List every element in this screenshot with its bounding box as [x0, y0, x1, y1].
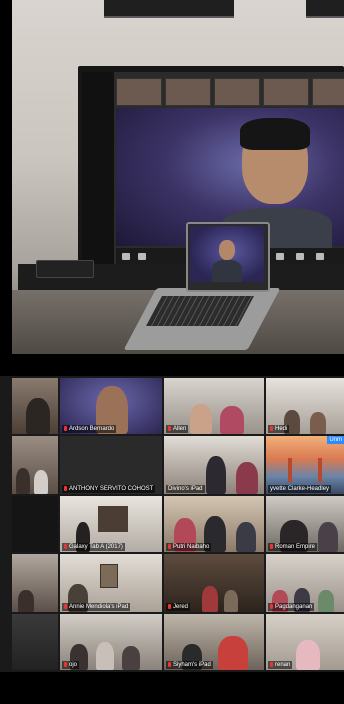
muted-mic-icon [168, 544, 171, 549]
tv-thumbnail [116, 78, 162, 106]
video-tile[interactable] [12, 378, 58, 434]
participant-name: ANTHONY SERVITO COHOST [69, 486, 154, 492]
tv-thumbnail [214, 78, 260, 106]
participant-name: Divino's iPad [166, 485, 205, 493]
wall-picture [100, 564, 118, 588]
video-tile[interactable]: Jered [164, 554, 264, 612]
video-tile[interactable]: Putri Naibaho [164, 496, 264, 552]
bridge-tower [318, 458, 322, 482]
set-top-box [36, 260, 94, 278]
video-tile[interactable]: Galaxy Tab A (2017) [60, 496, 162, 552]
video-tile[interactable]: Pagdanganan [266, 554, 344, 612]
picture-frame [104, 0, 234, 18]
muted-mic-icon [64, 544, 67, 549]
video-tile[interactable]: Unm yvette Clarke-Headley [266, 436, 344, 494]
reactions-icon [316, 253, 324, 260]
video-tile[interactable]: renan [266, 614, 344, 670]
record-icon [296, 253, 304, 260]
video-tile[interactable]: Hedi [266, 378, 344, 434]
video-tile[interactable]: Roman Empire [266, 496, 344, 552]
participant-name: Annie Mendiola's iPad [69, 604, 129, 610]
participant-name: ojo [69, 662, 78, 668]
video-tile-active-speaker[interactable]: Divino's iPad [164, 436, 264, 494]
video-tile[interactable]: ANTHONY SERVITO COHOST [60, 436, 162, 494]
participant-name: Allen [173, 426, 187, 432]
mic-icon [122, 253, 130, 260]
tv-sidebar [82, 72, 114, 268]
video-tile[interactable] [12, 436, 58, 494]
video-tile[interactable]: Allen [164, 378, 264, 434]
participant-name: renan [275, 662, 291, 668]
participant-name: Siyham's iPad [173, 662, 211, 668]
tv-thumbnail-strip [116, 78, 344, 106]
picture-frame [306, 0, 344, 18]
muted-mic-icon [64, 486, 67, 491]
tv-thumbnail [263, 78, 309, 106]
muted-mic-icon [168, 426, 171, 431]
video-tile[interactable]: Siyham's iPad [164, 614, 264, 670]
tv-thumbnail [312, 78, 344, 106]
zoom-gallery: Ardson Bernardo Allen Hedi ANTHONY SERVI… [0, 376, 344, 672]
participant-name: Putri Naibaho [173, 544, 210, 550]
muted-mic-icon [64, 426, 67, 431]
participant-name: Pagdanganan [275, 604, 313, 610]
room-photo [0, 0, 344, 354]
participant-name: Roman Empire [275, 544, 316, 550]
tv-thumbnail [165, 78, 211, 106]
muted-mic-icon [270, 426, 273, 431]
bridge-tower [288, 458, 292, 482]
muted-mic-icon [64, 604, 67, 609]
window [98, 506, 128, 532]
video-tile[interactable] [12, 554, 58, 612]
muted-mic-icon [270, 604, 273, 609]
muted-mic-icon [168, 604, 171, 609]
laptop-speaker [212, 240, 242, 282]
video-tile[interactable]: ojo [60, 614, 162, 670]
video-icon [138, 253, 146, 260]
participant-name: Ardson Bernardo [69, 426, 115, 432]
video-tile[interactable] [12, 614, 58, 670]
muted-mic-icon [64, 662, 67, 667]
video-tile[interactable] [12, 496, 58, 552]
muted-mic-icon [270, 662, 273, 667]
participant-name: Jered [173, 604, 189, 610]
participant-name: Galaxy Tab A (2017) [69, 544, 123, 550]
video-tile[interactable]: Annie Mendiola's iPad [60, 554, 162, 612]
unmute-badge[interactable]: Unm [327, 436, 344, 444]
share-icon [276, 253, 284, 260]
muted-mic-icon [270, 544, 273, 549]
participant-name: Hedi [275, 426, 288, 432]
participant-name: yvette Clarke-Headley [268, 485, 332, 493]
video-tile[interactable]: Ardson Bernardo [60, 378, 162, 434]
laptop-keyboard [146, 296, 254, 326]
muted-mic-icon [168, 662, 171, 667]
